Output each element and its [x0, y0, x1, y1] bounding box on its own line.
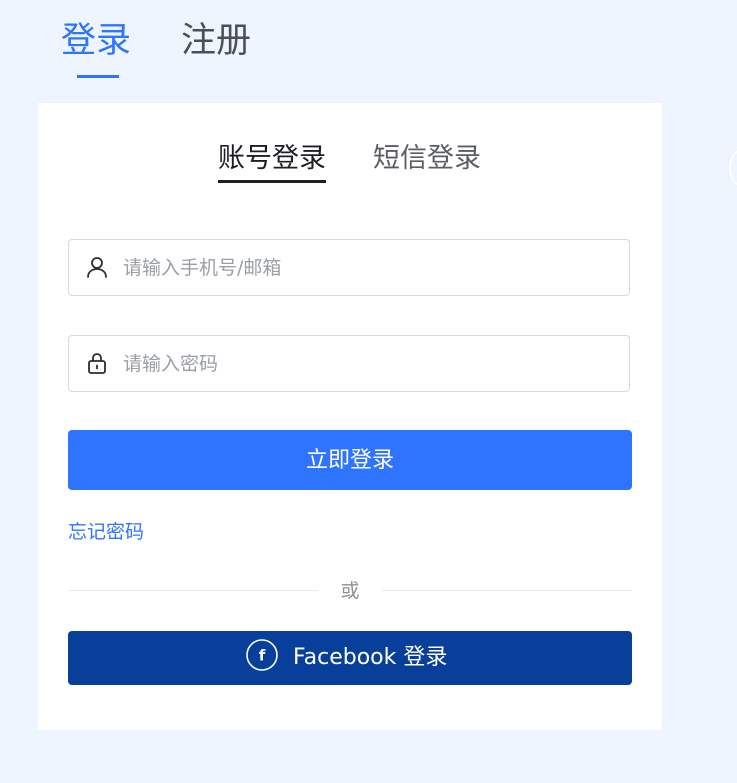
facebook-login-label: Facebook 登录	[293, 645, 448, 670]
tab-login-underline	[77, 75, 119, 78]
login-method-tabs: 账号登录 短信登录	[38, 143, 662, 189]
tab-account-login[interactable]: 账号登录	[218, 143, 326, 175]
username-field[interactable]	[68, 239, 630, 296]
tab-register[interactable]: 注册	[181, 18, 251, 64]
username-input[interactable]	[121, 250, 615, 286]
lock-icon	[85, 351, 109, 375]
svg-text:f: f	[259, 647, 266, 665]
facebook-icon: f	[246, 639, 278, 671]
facebook-login-button[interactable]: f Facebook 登录	[68, 631, 632, 685]
divider-line-left	[68, 590, 318, 591]
side-edge-decoration	[727, 150, 737, 186]
or-divider: 或	[68, 577, 632, 605]
login-card: 账号登录 短信登录 立即登录 忘记密码 或	[38, 103, 662, 730]
divider-text: 或	[340, 580, 360, 602]
tab-login[interactable]: 登录	[61, 18, 131, 64]
user-icon	[85, 255, 109, 279]
forgot-password-link[interactable]: 忘记密码	[68, 520, 144, 544]
tab-sms-login[interactable]: 短信登录	[373, 143, 481, 175]
password-input[interactable]	[121, 346, 615, 382]
tab-account-underline	[218, 180, 326, 183]
divider-line-right	[382, 590, 632, 591]
login-submit-button[interactable]: 立即登录	[68, 430, 632, 490]
password-field[interactable]	[68, 335, 630, 392]
